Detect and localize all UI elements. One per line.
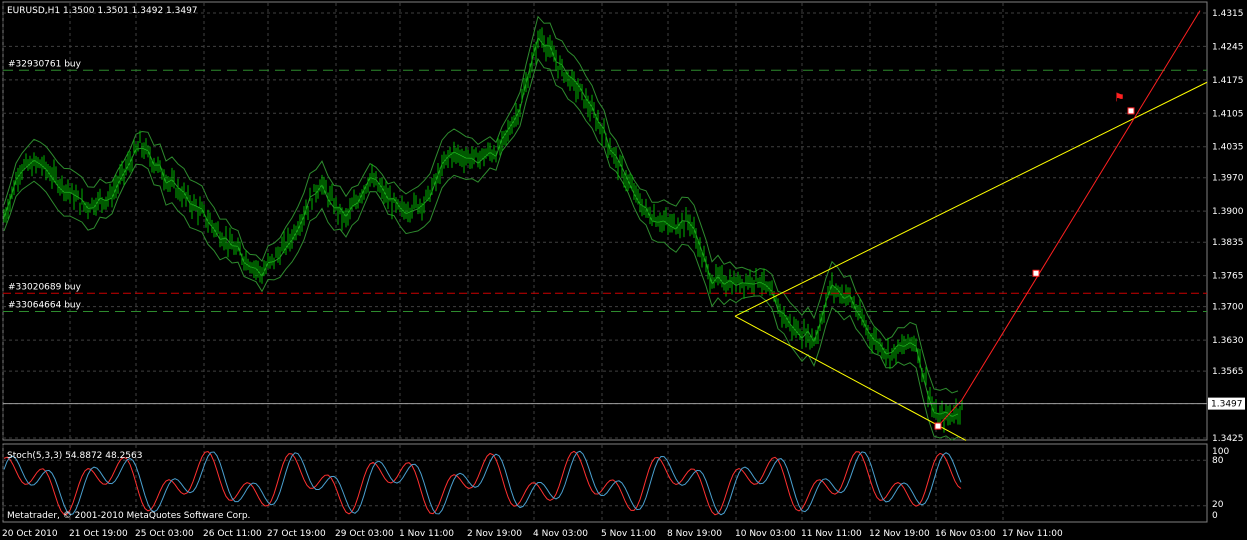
projection-line[interactable] xyxy=(961,10,1201,401)
price-tick-label: 1.4105 xyxy=(1212,109,1244,119)
order-label: #33020689 buy xyxy=(8,282,82,292)
time-tick-label: 1 Nov 11:00 xyxy=(399,529,454,539)
lower-trendline[interactable] xyxy=(734,315,967,441)
price-tick-label: 1.4035 xyxy=(1212,143,1244,153)
bollinger-band-line xyxy=(3,15,959,394)
price-tick-label: 1.3425 xyxy=(1212,434,1244,444)
price-tick-label: 1.4245 xyxy=(1212,42,1244,52)
time-tick-label: 8 Nov 19:00 xyxy=(667,529,722,539)
chart-grid xyxy=(2,3,1207,521)
price-tick-label: 1.3900 xyxy=(1212,207,1244,217)
anchor-point[interactable] xyxy=(1127,107,1135,115)
stoch-level-label: 0 xyxy=(1212,511,1218,521)
stoch-title: Stoch(5,3,3) 54.8872 48.2563 xyxy=(7,451,142,461)
price-tick-label: 1.3970 xyxy=(1212,174,1244,184)
main-chart-frame xyxy=(2,1,1208,441)
stochastic-lines xyxy=(3,450,962,516)
price-tick-label: 1.3630 xyxy=(1212,336,1244,346)
price-tick-label: 1.3835 xyxy=(1212,238,1244,248)
time-tick-label: 20 Oct 2010 xyxy=(2,529,58,539)
order-label: #33064664 buy xyxy=(8,300,82,310)
anchor-point[interactable] xyxy=(1032,269,1040,277)
current-price-label: 1.3497 xyxy=(1211,400,1243,410)
order-label: #32930761 buy xyxy=(8,59,82,69)
time-tick-label: 10 Nov 03:00 xyxy=(735,529,796,539)
stoch-signal-line xyxy=(3,450,962,516)
stoch-axis: 10080200 xyxy=(1212,447,1229,521)
time-tick-label: 25 Oct 03:00 xyxy=(135,529,194,539)
alert-icon[interactable]: ⚑ xyxy=(1114,90,1125,104)
price-tick-label: 1.4175 xyxy=(1212,76,1244,86)
time-tick-label: 12 Nov 19:00 xyxy=(869,529,930,539)
stoch-level-label: 80 xyxy=(1212,456,1224,466)
time-tick-label: 4 Nov 03:00 xyxy=(533,529,588,539)
upper-trendline[interactable] xyxy=(734,81,1208,317)
stoch-main-line xyxy=(3,450,962,516)
chart-window[interactable]: #32930761 buy#33020689 buy#33064664 buy … xyxy=(0,0,1247,540)
price-tick-label: 1.4315 xyxy=(1212,9,1244,19)
stoch-level-label: 20 xyxy=(1212,500,1224,510)
price-tick-label: 1.3765 xyxy=(1212,272,1244,282)
time-tick-label: 5 Nov 11:00 xyxy=(601,529,656,539)
time-tick-label: 2 Nov 19:00 xyxy=(467,529,522,539)
time-tick-label: 29 Oct 03:00 xyxy=(335,529,394,539)
price-tick-label: 1.3700 xyxy=(1212,303,1244,313)
time-tick-label: 27 Oct 19:00 xyxy=(267,529,326,539)
copyright-text: Metatrader, © 2001-2010 MetaQuotes Softw… xyxy=(7,511,250,521)
trendlines[interactable]: ⚑ xyxy=(734,10,1208,441)
time-tick-label: 26 Oct 11:00 xyxy=(203,529,262,539)
bollinger-band-line xyxy=(3,57,959,441)
symbol-header: EURUSD,H1 1.3500 1.3501 1.3492 1.3497 xyxy=(7,6,198,16)
time-tick-label: 17 Nov 11:00 xyxy=(1002,529,1063,539)
price-bars xyxy=(3,27,963,433)
time-tick-label: 11 Nov 11:00 xyxy=(801,529,862,539)
price-tick-label: 1.3565 xyxy=(1212,367,1244,377)
time-tick-label: 16 Nov 03:00 xyxy=(935,529,996,539)
anchor-point[interactable] xyxy=(934,422,942,430)
time-axis: 20 Oct 2010 21 Oct 19:00 25 Oct 03:00 26 Oc… xyxy=(2,529,1063,539)
time-tick-label: 21 Oct 19:00 xyxy=(69,529,128,539)
